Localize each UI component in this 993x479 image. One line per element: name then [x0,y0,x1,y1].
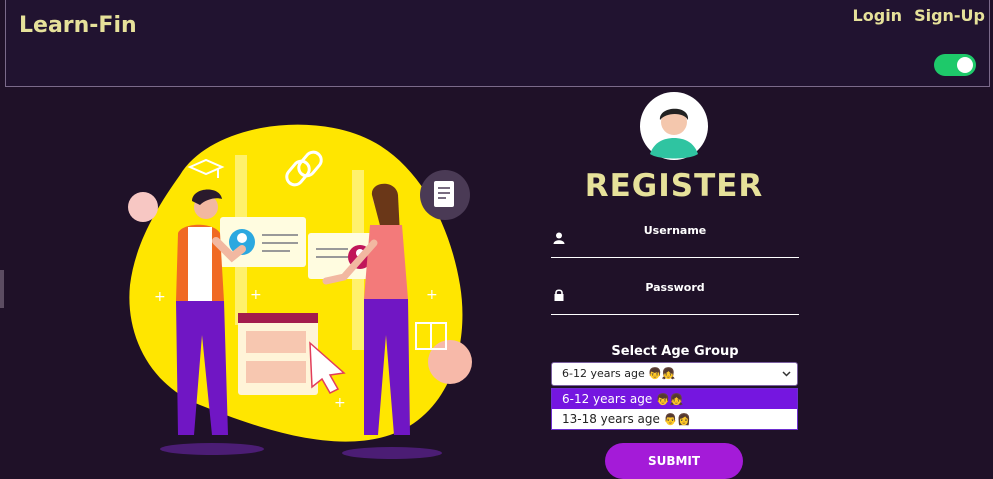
kids-emoji: 👦👧 [656,393,684,406]
register-title: REGISTER [584,168,764,204]
svg-text:+: + [250,287,262,303]
password-underline [551,314,799,315]
password-field[interactable]: Password [551,281,799,315]
hero-illustration: + + + + [128,124,472,459]
age-select-value: 6-12 years age 👦👧 [562,367,676,380]
brand-logo[interactable]: Learn-Fin [19,13,137,38]
age-group-select[interactable]: 6-12 years age 👦👧 [551,362,798,386]
navbar: Learn-Fin Login Sign-Up [5,0,990,87]
username-field[interactable]: Username [551,224,799,258]
pink-circle-left [128,192,158,222]
svg-text:+: + [334,395,346,411]
username-underline [551,257,799,258]
pink-circle-right [428,340,472,384]
signup-link[interactable]: Sign-Up [914,6,985,25]
teens-emoji: 👨👩 [663,413,692,426]
svg-text:+: + [426,287,438,303]
toggle-knob [957,57,973,73]
age-dropdown-list: 6-12 years age 👦👧 13-18 years age 👨👩 [551,388,798,430]
lock-icon [554,289,564,301]
svg-text:+: + [154,289,166,305]
kids-emoji: 👦👧 [648,367,676,380]
age-option-13-18[interactable]: 13-18 years age 👨👩 [552,409,797,429]
username-input[interactable] [571,234,799,254]
age-option-6-12[interactable]: 6-12 years age 👦👧 [552,389,797,409]
certificate-doc [434,181,454,207]
side-handle [0,270,4,308]
theme-toggle[interactable] [934,54,976,76]
login-link[interactable]: Login [853,6,903,25]
user-icon [553,232,565,244]
nav-links: Login Sign-Up [853,6,985,25]
password-input[interactable] [571,291,799,311]
submit-button[interactable]: SUBMIT [605,443,743,479]
chevron-down-icon [782,371,791,377]
avatar-icon [640,92,708,160]
age-group-label: Select Age Group [611,344,739,359]
